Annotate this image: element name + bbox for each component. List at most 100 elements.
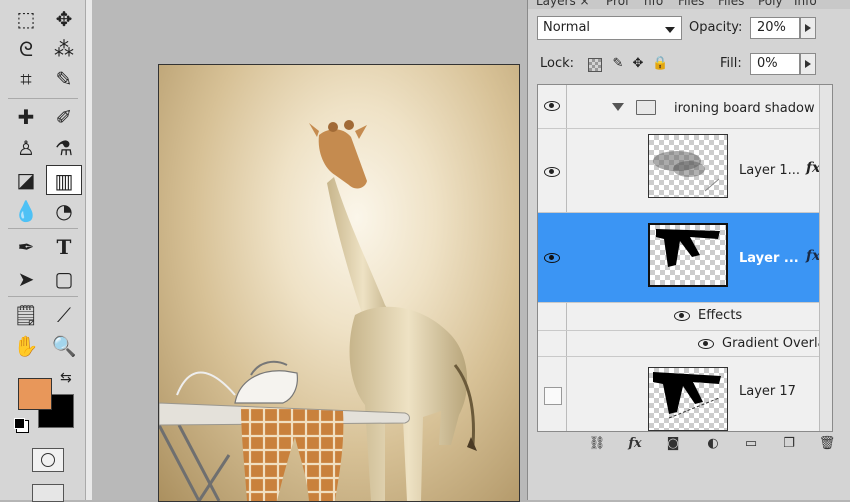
crop-tool-icon[interactable]: ⌗ bbox=[8, 64, 44, 94]
add-mask-icon[interactable]: ◙ bbox=[664, 436, 682, 452]
effects-label: Effects bbox=[698, 308, 743, 323]
opacity-slider-arrow-icon[interactable] bbox=[800, 17, 816, 39]
hand-tool-icon[interactable]: ✋ bbox=[8, 331, 44, 361]
ironing-board-legs bbox=[159, 424, 231, 501]
history-brush-tool-icon[interactable]: ⚗ bbox=[46, 133, 82, 163]
lock-image-pixels-icon[interactable]: ✎ bbox=[610, 56, 626, 72]
lock-label: Lock: bbox=[540, 56, 575, 71]
giraffe-ironing-board-artwork bbox=[159, 120, 477, 501]
iron bbox=[234, 370, 298, 404]
tab-nfo[interactable]: nfo bbox=[644, 0, 663, 8]
delete-layer-trash-icon[interactable]: 🗑 bbox=[818, 436, 836, 452]
fill-slider-arrow-icon[interactable] bbox=[800, 53, 816, 75]
visibility-toggle-off[interactable] bbox=[544, 387, 562, 405]
color-sampler-tool-icon[interactable]: ⟋ bbox=[46, 300, 82, 330]
dodge-tool-icon[interactable]: ◔ bbox=[46, 196, 82, 226]
fill-label: Fill: bbox=[720, 56, 742, 71]
foreground-color-swatch[interactable] bbox=[18, 378, 52, 410]
layers-bottom-toolbar: ⛓ fx ◙ ◐ ▭ ❐ 🗑 bbox=[528, 430, 850, 460]
gradient-overlay-label: Gradient Overlay bbox=[722, 336, 833, 351]
layer-style-fx-icon[interactable]: fx bbox=[626, 436, 644, 452]
magic-wand-tool-icon[interactable]: ⁂ bbox=[46, 34, 82, 64]
tools-divider bbox=[8, 98, 78, 99]
move-tool-icon[interactable]: ✥ bbox=[46, 4, 82, 34]
eye-icon[interactable] bbox=[544, 101, 560, 111]
opacity-field[interactable]: 20% bbox=[750, 17, 800, 39]
canvas-area bbox=[92, 0, 528, 502]
lasso-tool-icon[interactable]: ᘓ bbox=[8, 34, 44, 64]
type-tool-icon[interactable]: T bbox=[46, 232, 82, 262]
brush-tool-icon[interactable]: ✐ bbox=[46, 102, 82, 132]
layer-row[interactable]: Layer 1... fx bbox=[538, 129, 832, 213]
giraffe-pattern-cloth bbox=[241, 407, 344, 501]
layer-thumbnail bbox=[648, 367, 728, 431]
pen-tool-icon[interactable]: ✒ bbox=[8, 232, 44, 262]
expand-triangle-icon[interactable] bbox=[612, 103, 624, 111]
tools-divider bbox=[8, 296, 78, 297]
layer-row[interactable]: Layer 17 bbox=[538, 357, 832, 431]
new-layer-icon[interactable]: ❐ bbox=[780, 436, 798, 452]
giraffe-body bbox=[349, 306, 468, 501]
screen-mode-icon[interactable] bbox=[32, 484, 64, 502]
panel-tabs: Layers × Prof nfo Files Files Poly Info bbox=[528, 0, 850, 9]
adjustment-layer-icon[interactable]: ◐ bbox=[704, 436, 722, 452]
default-colors-icon[interactable] bbox=[14, 418, 25, 429]
lock-transparent-pixels-icon[interactable] bbox=[588, 58, 602, 72]
blur-tool-icon[interactable]: 💧 bbox=[8, 196, 44, 226]
tools-panel: ⬚ ✥ ᘓ ⁂ ⌗ ✎ ✚ ✐ ♙ ⚗ ◪ ▥ 💧 ◔ ✒ T ➤ ▢ 🗒 ⟋ … bbox=[0, 0, 93, 502]
document-canvas[interactable] bbox=[158, 64, 520, 502]
tools-divider bbox=[8, 228, 78, 229]
path-selection-tool-icon[interactable]: ➤ bbox=[8, 264, 44, 294]
tab-layers[interactable]: Layers × bbox=[536, 0, 590, 8]
swap-colors-icon[interactable]: ⇆ bbox=[60, 370, 72, 386]
layers-list: ironing board shadow Layer 1... fx Layer… bbox=[537, 84, 833, 432]
layer-row-selected[interactable]: Layer ... fx bbox=[538, 213, 832, 303]
blend-mode-value: Normal bbox=[543, 20, 591, 35]
shape-tool-icon[interactable]: ▢ bbox=[46, 264, 82, 294]
tab-poly[interactable]: Poly bbox=[758, 0, 783, 8]
board-shadow-thumbnail-art bbox=[656, 229, 720, 267]
eraser-tool-icon[interactable]: ◪ bbox=[8, 165, 44, 195]
gradient-overlay-row[interactable]: Gradient Overlay bbox=[538, 330, 832, 357]
effects-row[interactable]: Effects bbox=[538, 303, 832, 330]
opacity-label: Opacity: bbox=[689, 20, 743, 35]
layer-name: Layer 17 bbox=[739, 384, 796, 399]
lock-position-icon[interactable]: ✥ bbox=[630, 56, 646, 72]
eye-icon[interactable] bbox=[544, 167, 560, 177]
iron-cord bbox=[176, 371, 236, 396]
eye-icon[interactable] bbox=[698, 339, 714, 349]
quick-mask-icon[interactable] bbox=[32, 448, 64, 472]
marquee-tool-icon[interactable]: ⬚ bbox=[8, 4, 44, 34]
new-group-folder-icon[interactable]: ▭ bbox=[742, 436, 760, 452]
layer-name: Layer 1... bbox=[739, 163, 801, 178]
folder-icon bbox=[636, 100, 656, 115]
tab-files-2[interactable]: Files bbox=[718, 0, 744, 8]
layer-thumbnail bbox=[648, 134, 728, 198]
blend-mode-select[interactable]: Normal bbox=[537, 16, 682, 40]
chevron-down-icon bbox=[665, 27, 675, 33]
eyedropper-tool-icon[interactable]: ✎ bbox=[46, 64, 82, 94]
giraffe-head bbox=[318, 129, 367, 189]
board-shadow-thumbnail-art bbox=[653, 372, 721, 419]
fill-field[interactable]: 0% bbox=[750, 53, 800, 75]
tab-info[interactable]: Info bbox=[794, 0, 817, 8]
tools-panel-edge bbox=[85, 0, 92, 500]
lock-all-icon[interactable]: 🔒 bbox=[652, 56, 668, 72]
tab-files-1[interactable]: Files bbox=[678, 0, 704, 8]
clone-stamp-tool-icon[interactable]: ♙ bbox=[8, 133, 44, 163]
layer-group-row[interactable]: ironing board shadow bbox=[538, 85, 832, 129]
link-layers-icon[interactable]: ⛓ bbox=[588, 436, 606, 452]
eye-icon[interactable] bbox=[544, 253, 560, 263]
tab-prof[interactable]: Prof bbox=[606, 0, 629, 8]
gradient-tool-icon[interactable]: ▥ bbox=[46, 165, 82, 195]
layers-panel: Layers × Prof nfo Files Files Poly Info … bbox=[527, 0, 850, 500]
healing-brush-tool-icon[interactable]: ✚ bbox=[8, 102, 44, 132]
notes-tool-icon[interactable]: 🗒 bbox=[8, 300, 44, 330]
layer-name: Layer ... bbox=[739, 251, 799, 266]
layers-scrollbar[interactable] bbox=[819, 85, 832, 431]
zoom-tool-icon[interactable]: 🔍 bbox=[46, 331, 82, 361]
eye-icon[interactable] bbox=[674, 311, 690, 321]
shadow-thumbnail-art bbox=[653, 151, 720, 192]
group-name: ironing board shadow bbox=[674, 101, 815, 116]
layer-thumbnail bbox=[648, 223, 728, 287]
